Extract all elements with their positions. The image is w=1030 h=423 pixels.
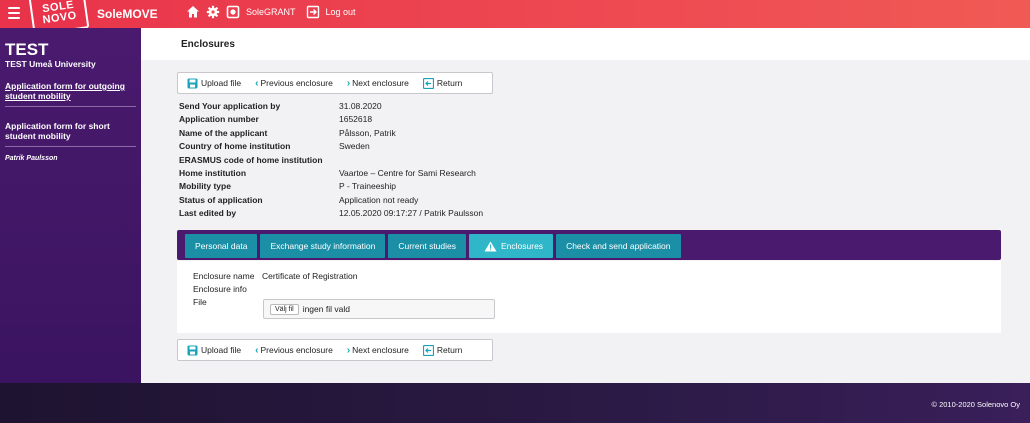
page-header: Enclosures — [141, 28, 1030, 60]
chevron-right-icon: › — [346, 344, 351, 356]
info-label: Home institution — [179, 168, 247, 179]
tab-bar: Personal data Exchange study information… — [177, 230, 1001, 260]
sidebar-item-short[interactable]: Application form for short student mobil… — [5, 121, 136, 141]
info-row: Status of application Application not rea… — [179, 194, 483, 207]
info-value: Vaartoe – Centre for Sami Research — [339, 168, 476, 179]
info-label: Application number — [179, 114, 259, 125]
previous-enclosure-label: Previous enclosure — [260, 78, 333, 88]
tab-enclosures-label: Enclosures — [501, 241, 544, 251]
upload-file-label: Upload file — [201, 345, 242, 355]
divider — [5, 146, 136, 147]
info-value: Pålsson, Patrik — [339, 127, 396, 138]
app-name[interactable]: SoleMOVE — [97, 7, 158, 21]
return-label: Return — [436, 78, 463, 88]
footer: © 2010-2020 Solenovo Oy — [0, 383, 1030, 423]
info-label: ERASMUS code of home institution — [179, 154, 323, 165]
logout-link[interactable]: Log out — [326, 7, 356, 17]
info-row: Mobility type P - Traineeship — [179, 180, 483, 193]
next-enclosure-label: Next enclosure — [352, 345, 409, 355]
info-value: Application not ready — [339, 194, 419, 205]
save-icon — [187, 78, 198, 88]
return-label: Return — [436, 345, 463, 355]
save-icon — [187, 345, 198, 355]
info-value: 31.08.2020 — [339, 101, 382, 111]
upload-file-button[interactable]: Upload file — [187, 345, 241, 356]
info-row: ERASMUS code of home institution — [179, 154, 483, 167]
grant-icon[interactable] — [226, 5, 240, 19]
return-icon — [422, 77, 434, 89]
upload-file-label: Upload file — [201, 78, 242, 88]
top-bar: SOLE NOVO SoleMOVE SoleGRANT Log out — [0, 0, 1030, 36]
sidebar-title: TEST — [5, 40, 49, 59]
home-icon[interactable] — [186, 5, 200, 19]
info-value: Sweden — [339, 141, 370, 152]
top-nav: SoleGRANT Log out — [186, 5, 360, 19]
logout-icon[interactable] — [306, 5, 320, 19]
return-button[interactable]: Return — [422, 344, 463, 356]
solegrant-link[interactable]: SoleGRANT — [246, 7, 296, 17]
no-file-text: ingen fil vald — [302, 304, 350, 314]
info-row: Home institution Vaartoe – Centre for Sam… — [179, 167, 483, 180]
menu-icon[interactable] — [8, 7, 20, 19]
previous-enclosure-button[interactable]: ‹ Previous enclosure — [255, 345, 333, 356]
info-label: Name of the applicant — [179, 127, 268, 138]
info-row: Name of the applicant Pålsson, Patrik — [179, 127, 483, 140]
tab-exchange-study-information[interactable]: Exchange study information — [260, 234, 386, 258]
enclosure-name-row: Enclosure name Certificate of Registrati… — [193, 271, 357, 281]
previous-enclosure-button[interactable]: ‹ Previous enclosure — [255, 78, 333, 89]
tab-current-studies[interactable]: Current studies — [388, 234, 466, 258]
info-label: Last edited by — [179, 208, 237, 219]
return-icon — [422, 344, 434, 356]
enclosure-info-row: Enclosure info — [193, 284, 262, 294]
enclosure-name-label: Enclosure name — [193, 271, 255, 281]
next-enclosure-label: Next enclosure — [352, 78, 409, 88]
tab-personal-data[interactable]: Personal data — [185, 234, 258, 258]
return-button[interactable]: Return — [422, 77, 463, 89]
gear-icon[interactable] — [206, 5, 220, 19]
info-value: 12.05.2020 09:17:27 / Patrik Paulsson — [339, 208, 484, 219]
file-label: File — [193, 297, 207, 307]
info-label: Status of application — [179, 194, 263, 205]
info-row: Last edited by 12.05.2020 09:17:27 / Patr… — [179, 207, 483, 220]
info-row: Send Your application by 31.08.2020 — [179, 100, 483, 113]
chevron-left-icon: ‹ — [255, 77, 259, 89]
info-label: Mobility type — [179, 181, 231, 192]
info-row: Country of home institution Sweden — [179, 140, 483, 153]
toolbar-bottom: Upload file ‹ Previous enclosure › Next … — [177, 339, 493, 361]
chevron-left-icon: ‹ — [255, 344, 259, 356]
sidebar: TEST TEST Umeå University Application fo… — [0, 28, 141, 383]
copyright-text: © 2010-2020 Solenovo Oy — [931, 400, 1020, 409]
tab-check-and-send[interactable]: Check and send application — [556, 234, 681, 258]
toolbar-top: Upload file ‹ Previous enclosure › Next … — [177, 72, 493, 94]
divider — [5, 106, 136, 107]
info-row: Application number 1652618 — [179, 113, 483, 126]
tab-enclosures[interactable]: Enclosures — [469, 234, 554, 258]
next-enclosure-button[interactable]: › Next enclosure — [347, 78, 409, 89]
info-value: P - Traineeship — [339, 181, 397, 192]
main-content: Enclosures Upload file ‹ Previous enclos… — [141, 28, 1030, 383]
file-row: File — [193, 297, 262, 307]
sidebar-user: Patrik Paulsson — [5, 155, 58, 162]
next-enclosure-button[interactable]: › Next enclosure — [347, 345, 409, 356]
page-title: Enclosures — [181, 39, 235, 50]
sidebar-subtitle: TEST Umeå University — [5, 59, 96, 69]
info-label: Send Your application by — [179, 101, 281, 111]
upload-file-button[interactable]: Upload file — [187, 78, 241, 89]
warning-icon — [484, 241, 497, 251]
enclosure-panel: Enclosure name Certificate of Registrati… — [177, 261, 1001, 333]
info-label: Country of home institution — [179, 141, 291, 152]
chevron-right-icon: › — [346, 77, 351, 89]
file-input[interactable]: Välj fil ingen fil vald — [263, 299, 495, 319]
enclosure-name-value: Certificate of Registration — [262, 271, 358, 281]
previous-enclosure-label: Previous enclosure — [260, 345, 333, 355]
choose-file-button[interactable]: Välj fil — [270, 303, 299, 315]
application-info: Send Your application by 31.08.2020 Appli… — [179, 100, 483, 221]
enclosure-info-label: Enclosure info — [193, 284, 247, 294]
info-value: 1652618 — [339, 114, 373, 125]
sidebar-item-outgoing[interactable]: Application form for outgoing student mo… — [5, 81, 136, 101]
